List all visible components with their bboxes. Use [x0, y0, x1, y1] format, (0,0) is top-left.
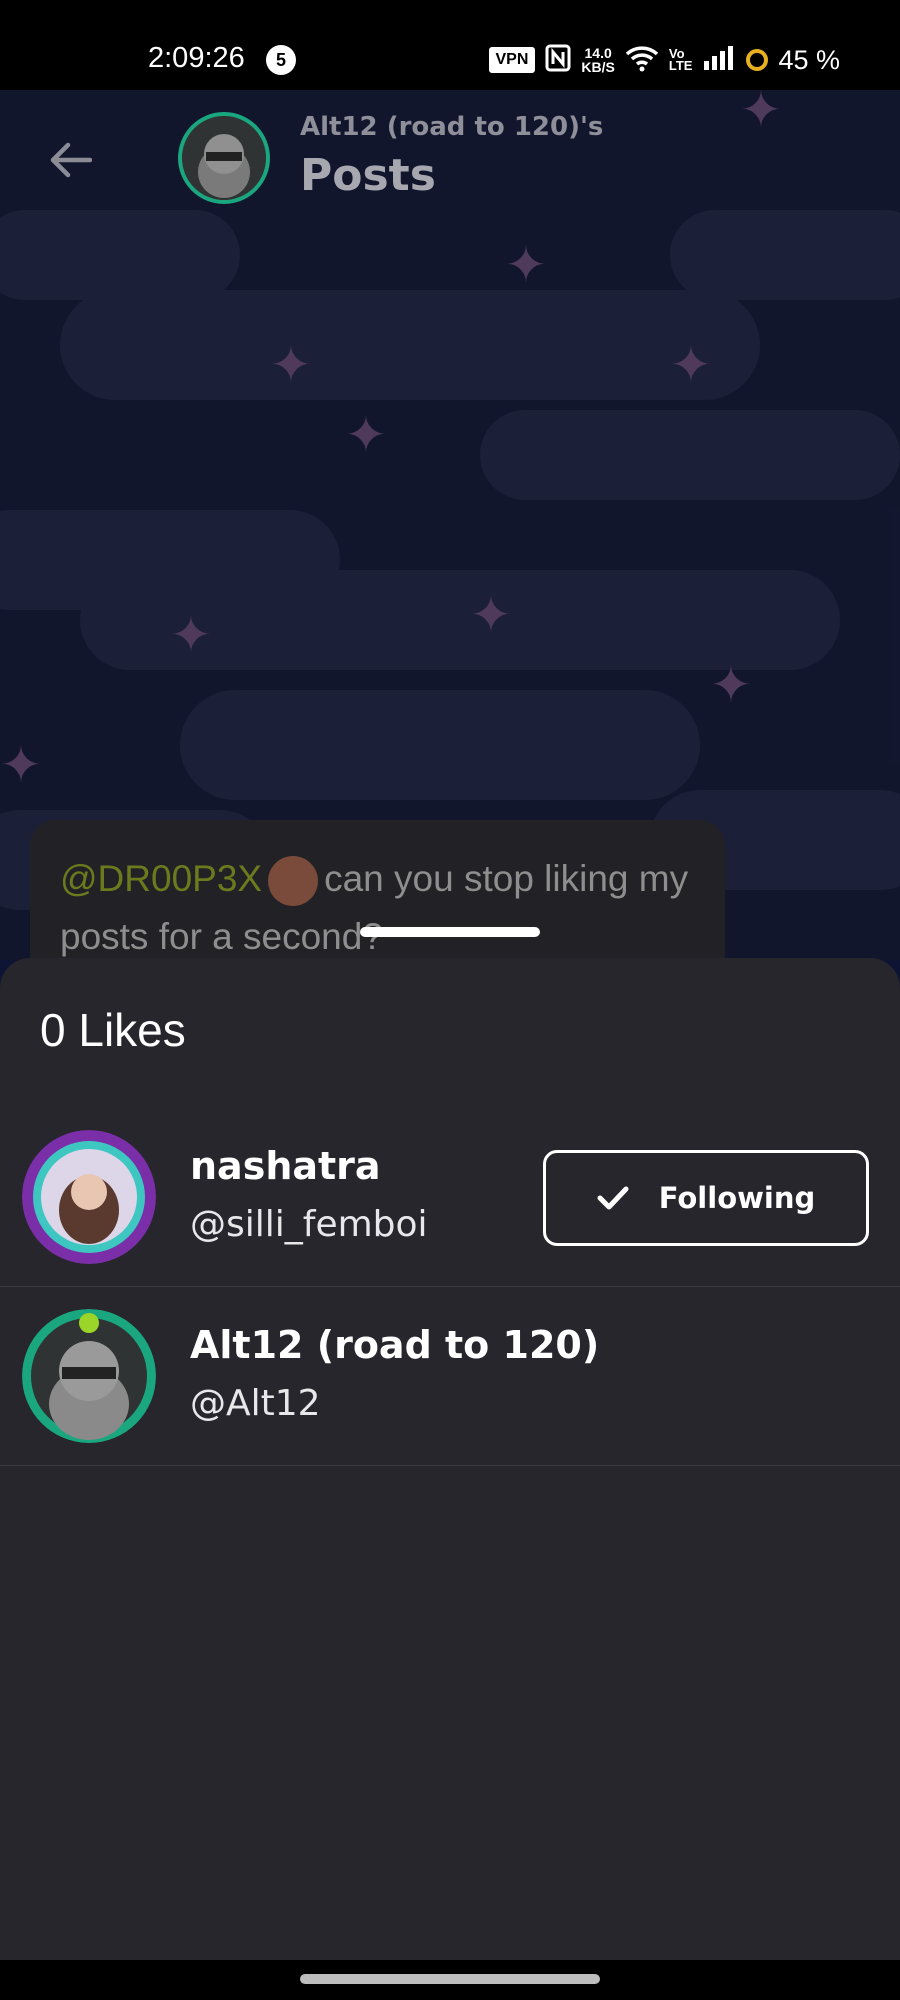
sheet-drag-handle[interactable] — [360, 927, 540, 937]
battery-saver-icon — [746, 49, 769, 71]
wifi-icon — [625, 44, 659, 77]
check-icon — [597, 1186, 629, 1210]
user-handle: @silli_femboi — [190, 1204, 428, 1245]
top-bar: Alt12 (road to 120)'s Posts — [0, 90, 900, 220]
signal-icon — [702, 45, 736, 76]
vpn-icon: VPN — [488, 47, 536, 73]
arrow-left-icon — [50, 142, 92, 178]
status-bar: 2:09:26 5 VPN 14.0 KB/S Vo LTE 45 % — [0, 0, 900, 90]
avatar[interactable] — [22, 1309, 156, 1443]
profile-avatar[interactable] — [178, 112, 270, 204]
battery-level: 45 % — [778, 44, 840, 75]
system-nav-bar — [0, 1960, 900, 2000]
volte-icon: Vo LTE — [668, 47, 693, 73]
list-item[interactable]: nashatra @silli_femboi Following — [0, 1108, 900, 1287]
following-button[interactable]: Following — [543, 1150, 869, 1246]
user-handle: @Alt12 — [190, 1383, 321, 1424]
avatar[interactable] — [22, 1130, 156, 1264]
status-icons: VPN 14.0 KB/S Vo LTE 45 % — [488, 42, 840, 78]
list-item[interactable]: Alt12 (road to 120) @Alt12 — [0, 1287, 900, 1466]
network-speed-value: 14.0 — [584, 45, 612, 61]
post-mention[interactable]: @DR00P3X — [60, 858, 262, 899]
back-button[interactable] — [40, 130, 100, 190]
notification-count-badge: 5 — [266, 45, 296, 75]
network-speed-unit: KB/S — [581, 59, 615, 75]
post-card[interactable]: @DR00P3X can you stop liking my posts for… — [30, 820, 725, 980]
following-label: Following — [658, 1181, 816, 1215]
network-speed: 14.0 KB/S — [581, 46, 614, 74]
post-text: @DR00P3X can you stop liking my posts for… — [60, 850, 700, 966]
status-time: 2:09:26 — [148, 42, 245, 74]
home-gesture-bar[interactable] — [300, 1974, 600, 1984]
page-title: Posts — [300, 150, 436, 201]
nfc-icon — [545, 44, 571, 77]
user-name: nashatra — [190, 1144, 381, 1188]
likes-count-title: 0 Likes — [40, 1004, 186, 1056]
profile-owner-label: Alt12 (road to 120)'s — [300, 112, 604, 142]
volte-bottom: LTE — [668, 58, 693, 73]
user-name: Alt12 (road to 120) — [190, 1323, 600, 1367]
mention-avatar — [268, 856, 319, 907]
likes-sheet: 0 Likes nashatra @silli_femboi Following… — [0, 958, 900, 1960]
